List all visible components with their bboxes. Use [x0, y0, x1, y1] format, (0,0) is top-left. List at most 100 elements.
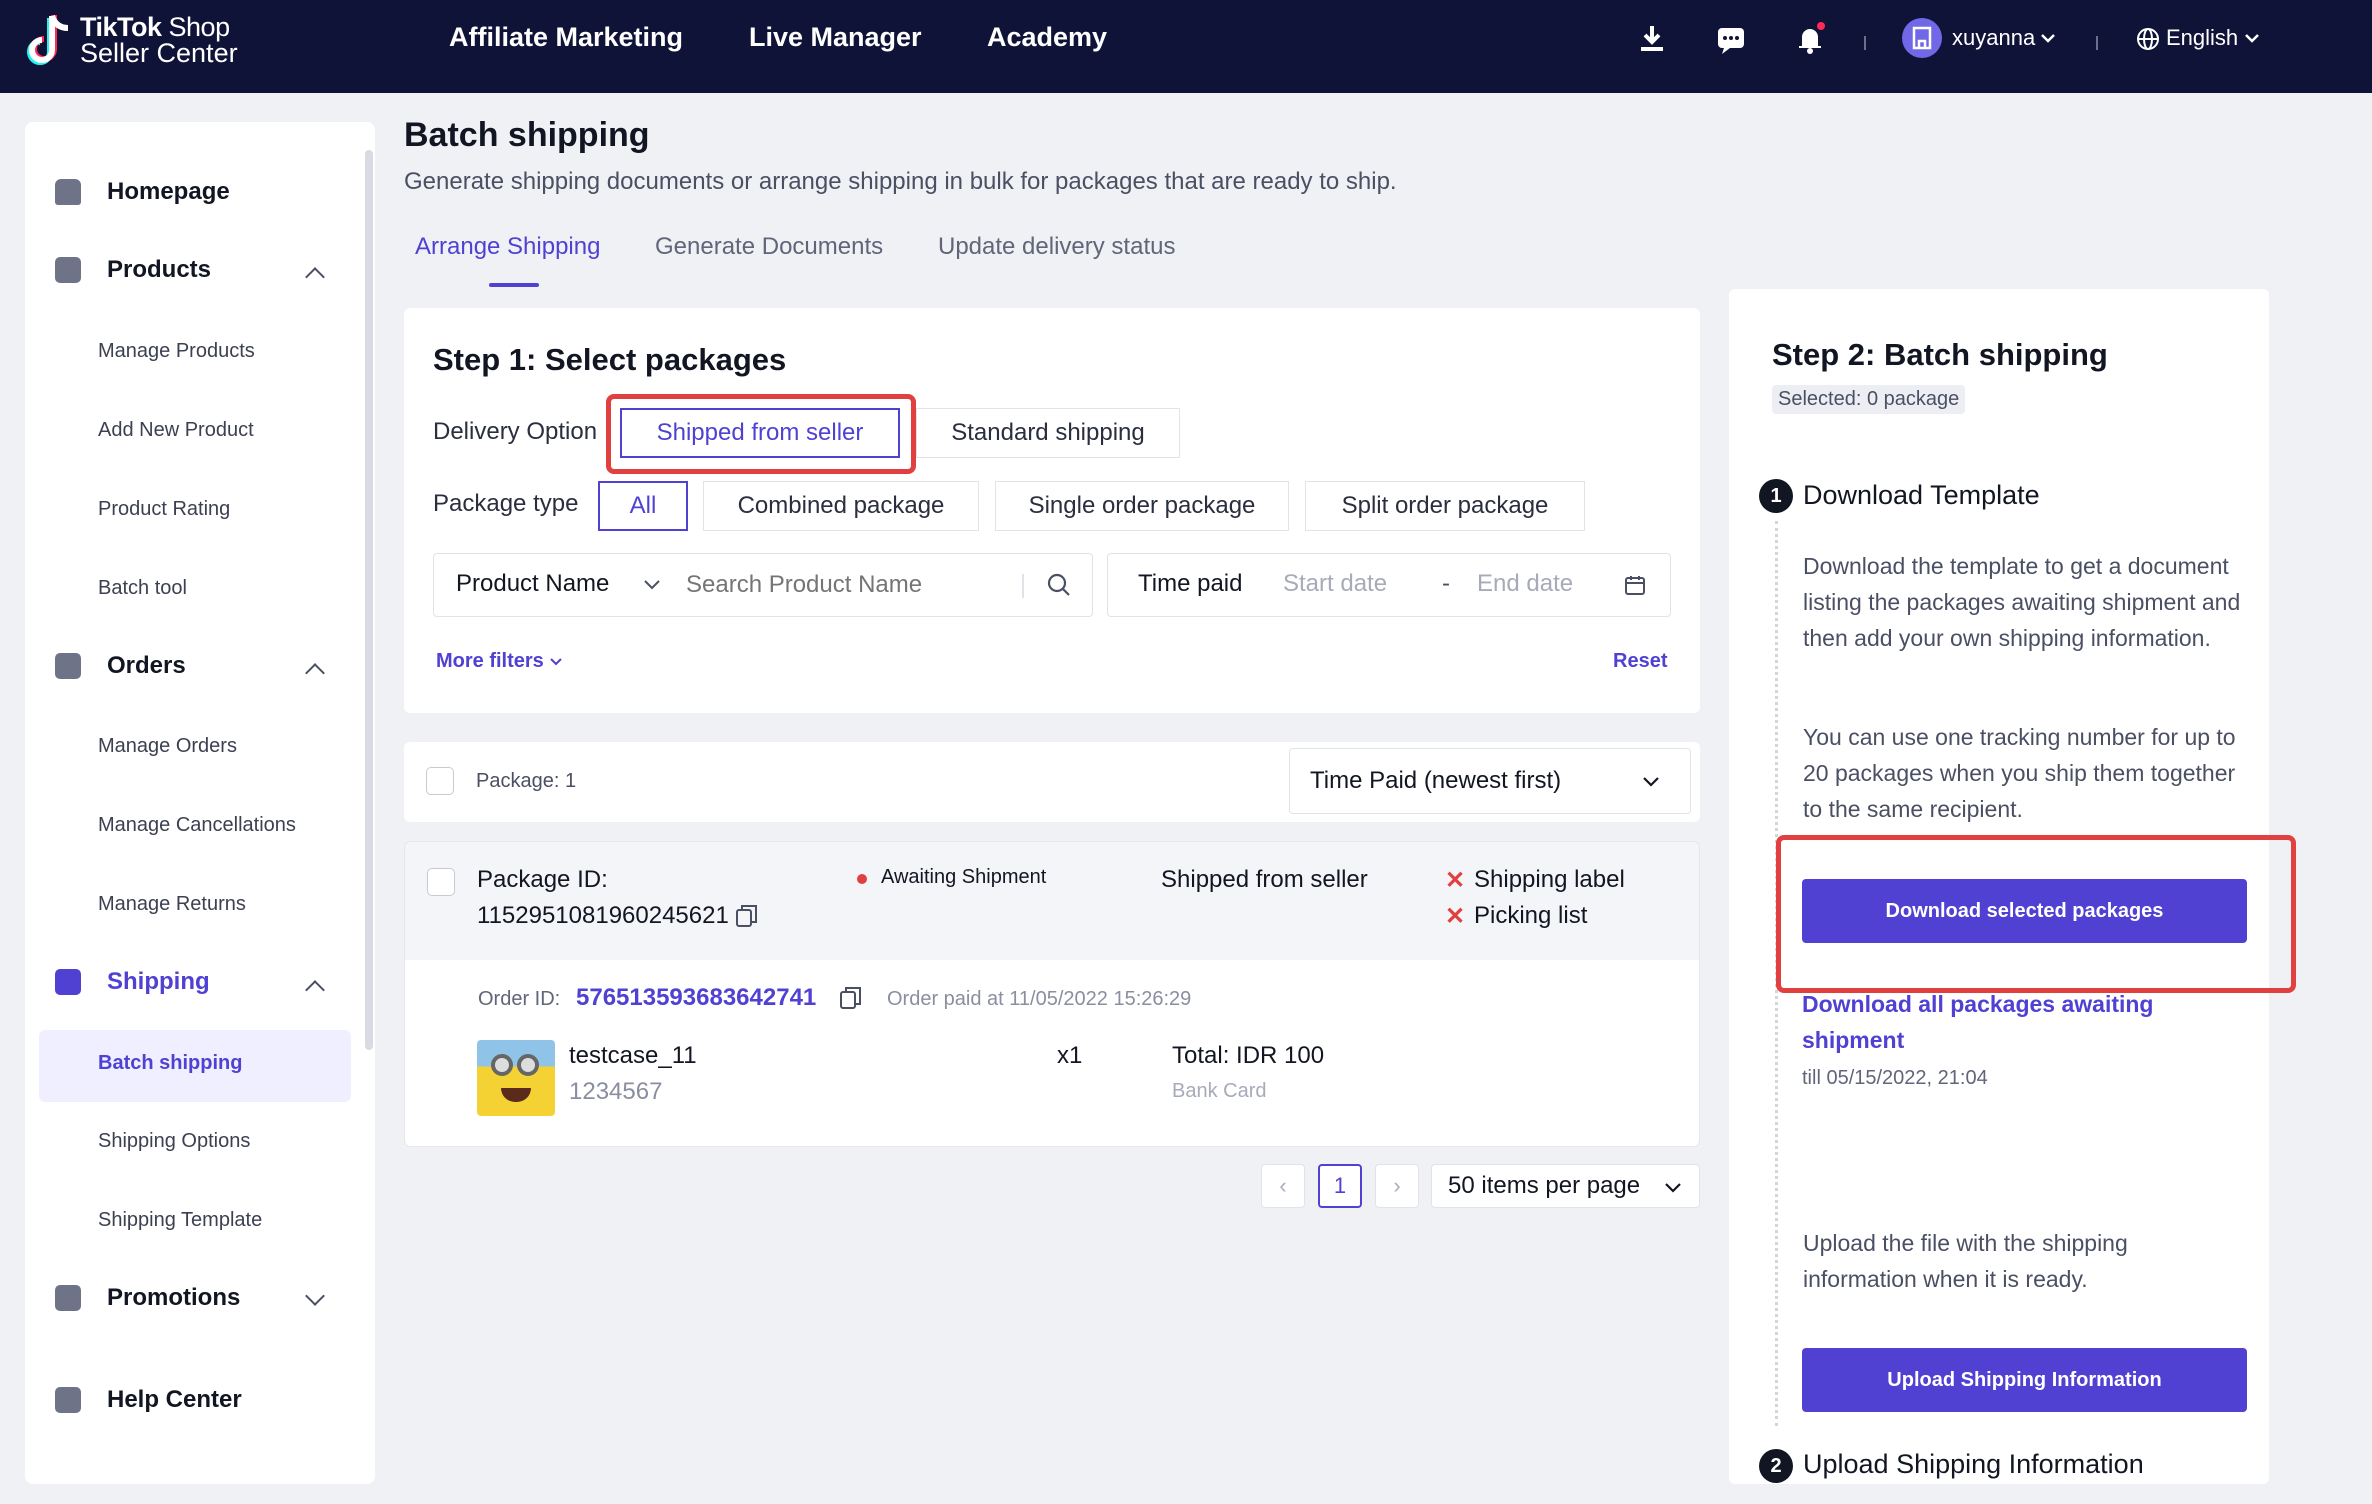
download-template-desc-2: You can use one tracking number for up t…	[1803, 724, 2236, 822]
sidebar-item-shipping-options[interactable]: Shipping Options	[98, 1130, 250, 1153]
tiktok-shop-logo[interactable]: TikTok Shop Seller Center	[24, 10, 264, 74]
megaphone-icon	[55, 1285, 81, 1311]
delivery-standard-shipping[interactable]: Standard shipping	[916, 408, 1180, 458]
search-input[interactable]	[686, 566, 986, 604]
package-type-single-order[interactable]: Single order package	[995, 481, 1289, 531]
chevron-up-icon[interactable]	[305, 663, 325, 683]
package-checkbox[interactable]	[427, 868, 455, 896]
payment-method: Bank Card	[1172, 1080, 1267, 1102]
chevron-up-icon[interactable]	[305, 980, 325, 1000]
next-page-button[interactable]: ›	[1375, 1164, 1419, 1208]
chevron-down-icon	[1643, 777, 1659, 787]
upload-shipping-info-button[interactable]: Upload Shipping Information	[1802, 1348, 2247, 1412]
more-filters-link[interactable]: More filters	[436, 650, 563, 673]
chevron-down-icon[interactable]	[2040, 32, 2056, 44]
orders-icon	[55, 653, 81, 679]
download-template-desc-1: Download the template to get a document …	[1803, 553, 2241, 651]
chevron-down-icon[interactable]	[643, 578, 661, 592]
items-per-page-select[interactable]: 50 items per page	[1431, 1164, 1700, 1208]
nav-affiliate-marketing[interactable]: Affiliate Marketing	[449, 22, 683, 53]
package-type-combined[interactable]: Combined package	[703, 481, 979, 531]
step2-title: Step 2: Batch shipping	[1772, 337, 2108, 372]
step-number-2: 2	[1759, 1449, 1793, 1483]
sidebar-item-products[interactable]: Products	[55, 256, 211, 284]
order-id-label: Order ID:	[478, 988, 561, 1010]
package-type-all[interactable]: All	[598, 481, 688, 531]
tab-arrange-shipping[interactable]: Arrange Shipping	[415, 233, 600, 261]
sidebar-item-help-center[interactable]: Help Center	[55, 1386, 242, 1414]
tab-generate-documents[interactable]: Generate Documents	[655, 233, 883, 261]
package-type-split-order[interactable]: Split order package	[1305, 481, 1585, 531]
sort-select[interactable]: Time Paid (newest first)	[1289, 748, 1691, 814]
step1-card: Step 1: Select packages Delivery Option …	[404, 308, 1700, 713]
page-number-button[interactable]: 1	[1318, 1164, 1362, 1208]
time-paid-field[interactable]: Time paid Start date - End date	[1107, 553, 1671, 617]
sidebar-item-batch-shipping[interactable]: Batch shipping	[98, 1052, 242, 1075]
message-icon[interactable]	[1714, 22, 1748, 56]
copy-icon[interactable]	[735, 903, 759, 929]
search-icon[interactable]	[1046, 572, 1072, 598]
sidebar-item-shipping[interactable]: Shipping	[55, 968, 210, 996]
chevron-down-icon	[550, 658, 563, 666]
status-dot	[857, 874, 867, 884]
end-date-input[interactable]: End date	[1477, 570, 1573, 598]
sidebar-item-shipping-template[interactable]: Shipping Template	[98, 1209, 262, 1232]
nav-academy[interactable]: Academy	[987, 22, 1107, 53]
delivery-option: Shipped from seller	[1161, 866, 1368, 893]
tab-indicator	[489, 283, 539, 287]
select-all-checkbox[interactable]	[426, 767, 454, 795]
sidebar-scrollbar[interactable]	[365, 150, 373, 1050]
sidebar-item-add-new-product[interactable]: Add New Product	[98, 419, 254, 442]
sidebar-item-manage-orders[interactable]: Manage Orders	[98, 735, 237, 758]
tab-update-delivery-status[interactable]: Update delivery status	[938, 233, 1175, 261]
sidebar-item-batch-tool[interactable]: Batch tool	[98, 577, 187, 600]
prev-page-button[interactable]: ‹	[1261, 1164, 1305, 1208]
download-template-title: Download Template	[1803, 480, 2040, 510]
product-name: testcase_11	[569, 1042, 697, 1069]
sidebar-item-promotions[interactable]: Promotions	[55, 1284, 240, 1312]
sidebar-item-manage-returns[interactable]: Manage Returns	[98, 893, 246, 916]
nav-live-manager[interactable]: Live Manager	[749, 22, 922, 53]
sidebar-item-orders[interactable]: Orders	[55, 652, 186, 680]
status-badge: Awaiting Shipment	[881, 866, 1047, 888]
calendar-icon[interactable]	[1623, 573, 1647, 597]
chevron-down-icon[interactable]	[2244, 32, 2260, 44]
package-count: Package: 1	[476, 770, 577, 792]
bell-icon[interactable]	[1793, 22, 1827, 56]
chevron-down-icon[interactable]	[305, 1286, 325, 1306]
x-icon: ✕	[1445, 867, 1466, 894]
start-date-input[interactable]: Start date	[1283, 570, 1387, 598]
product-qty: x1	[1057, 1042, 1083, 1069]
product-search-field: Product Name	[433, 553, 1093, 617]
sidebar-item-product-rating[interactable]: Product Rating	[98, 498, 230, 521]
highlight-box	[606, 394, 916, 474]
selected-count-badge: Selected: 0 package	[1772, 385, 1966, 414]
reset-link[interactable]: Reset	[1613, 650, 1667, 673]
package-row: Package ID: 1152951081960245621 Awaiting…	[404, 841, 1700, 961]
package-type-label: Package type	[433, 490, 579, 517]
page-subtitle: Generate shipping documents or arrange s…	[404, 168, 1397, 195]
step2-card: Step 2: Batch shipping Selected: 0 packa…	[1729, 289, 2296, 1484]
avatar[interactable]	[1902, 18, 1942, 58]
product-name-select[interactable]: Product Name	[456, 570, 609, 598]
truck-icon	[55, 969, 81, 995]
highlight-box	[1776, 835, 2296, 993]
order-id-link[interactable]: 576513593683642741	[576, 984, 816, 1012]
divider	[1864, 36, 1866, 50]
download-icon[interactable]	[1635, 22, 1669, 56]
chevron-up-icon[interactable]	[305, 267, 325, 287]
language-select[interactable]: English	[2166, 25, 2238, 51]
download-all-link[interactable]: Download all packages awaiting shipment	[1802, 986, 2202, 1058]
step-number-1: 1	[1759, 479, 1793, 513]
divider	[2096, 36, 2098, 50]
product-thumbnail[interactable]	[477, 1040, 555, 1116]
copy-icon[interactable]	[839, 985, 863, 1011]
sidebar-item-homepage[interactable]: Homepage	[55, 178, 230, 206]
sidebar-item-manage-cancellations[interactable]: Manage Cancellations	[98, 814, 296, 837]
home-icon	[55, 179, 81, 205]
globe-icon[interactable]	[2136, 27, 2160, 51]
sidebar-item-manage-products[interactable]: Manage Products	[98, 340, 255, 363]
doc-picking-list: Picking list	[1474, 902, 1588, 929]
tiktok-note-icon	[27, 14, 69, 65]
username[interactable]: xuyanna	[1952, 25, 2035, 51]
